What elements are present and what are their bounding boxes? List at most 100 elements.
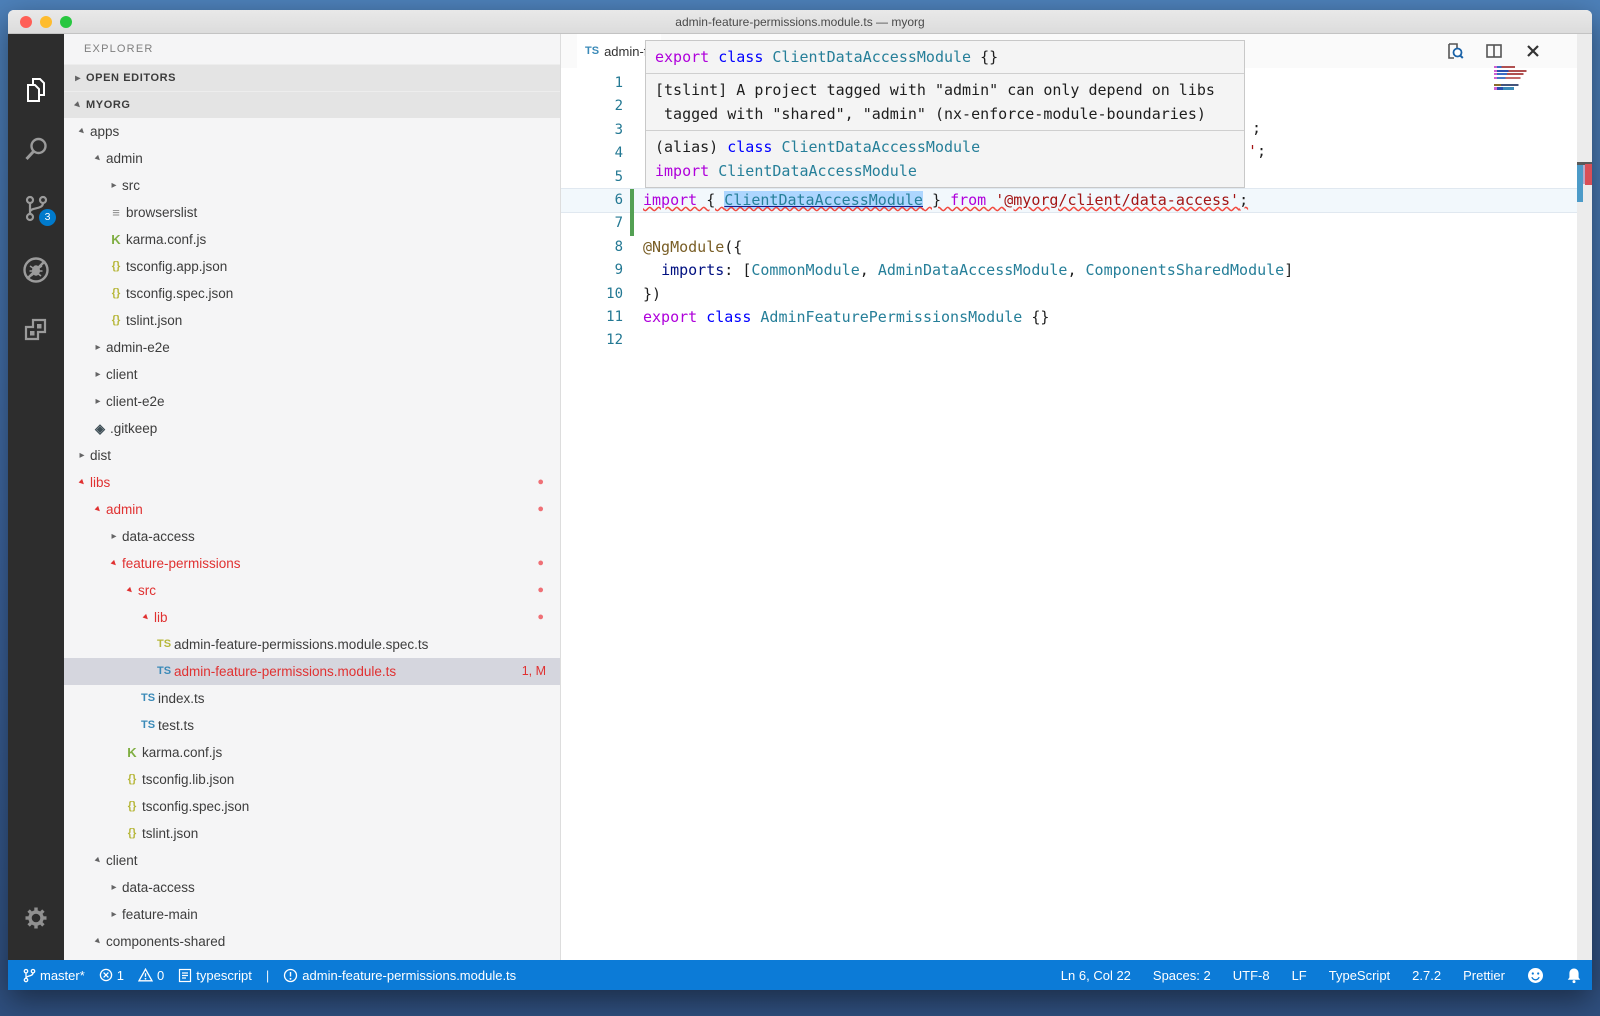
tree-item-label: admin-e2e bbox=[106, 334, 170, 361]
debug-icon[interactable] bbox=[22, 256, 50, 284]
error-icon bbox=[99, 968, 113, 982]
extensions-icon[interactable] bbox=[22, 316, 50, 344]
linter-status[interactable]: typescript bbox=[178, 968, 252, 983]
formatter[interactable]: Prettier bbox=[1463, 968, 1505, 983]
split-editor-icon[interactable] bbox=[1485, 42, 1503, 60]
code-remnant: ; bbox=[1252, 119, 1261, 137]
code-line-6[interactable]: 6import { ClientDataAccessModule } from … bbox=[561, 189, 1577, 212]
tree-folder-admin[interactable]: ▸admin bbox=[64, 145, 560, 172]
code-line-12[interactable]: 12 bbox=[561, 329, 1577, 352]
feedback-smiley-icon[interactable] bbox=[1527, 967, 1544, 984]
tree-folder-src[interactable]: ▸src● bbox=[64, 577, 560, 604]
tree-file-tsconfig.spec.json[interactable]: {}tsconfig.spec.json bbox=[64, 793, 560, 820]
indentation[interactable]: Spaces: 2 bbox=[1153, 968, 1211, 983]
tree-folder-client[interactable]: ▸client bbox=[64, 361, 560, 388]
tree-file-admin-feature-permissions.module.ts[interactable]: TSadmin-feature-permissions.module.ts1, … bbox=[64, 658, 560, 685]
json-file-icon: {} bbox=[122, 766, 142, 793]
json-file-icon: {} bbox=[106, 307, 126, 334]
eol-sequence[interactable]: LF bbox=[1292, 968, 1307, 983]
settings-gear-icon[interactable] bbox=[22, 904, 50, 932]
tree-folder-data-access[interactable]: ▸data-access bbox=[64, 874, 560, 901]
tree-folder-client-e2e[interactable]: ▸client-e2e bbox=[64, 388, 560, 415]
code-line-7[interactable]: 7 bbox=[561, 212, 1577, 235]
open-preview-icon[interactable] bbox=[1446, 42, 1464, 60]
line-number: 5 bbox=[561, 166, 623, 189]
tree-item-label: admin bbox=[106, 496, 143, 523]
tree-folder-components-shared[interactable]: ▸components-shared bbox=[64, 928, 560, 955]
problem-dot: ● bbox=[537, 496, 544, 523]
git-branch-indicator[interactable]: master* bbox=[22, 968, 85, 983]
tree-folder-feature-permissions[interactable]: ▸feature-permissions● bbox=[64, 550, 560, 577]
tree-folder-client[interactable]: ▸client bbox=[64, 847, 560, 874]
line-number: 9 bbox=[561, 259, 623, 282]
tree-file-index.ts[interactable]: TSindex.ts bbox=[64, 685, 560, 712]
chevron-right-icon: ▸ bbox=[74, 442, 90, 469]
notifications-bell-icon[interactable] bbox=[1566, 967, 1582, 984]
code-line-8[interactable]: 8@NgModule({ bbox=[561, 236, 1577, 259]
tree-folder-data-access[interactable]: ▸data-access bbox=[64, 523, 560, 550]
list-file-icon: ≡ bbox=[106, 199, 126, 226]
language-mode[interactable]: TypeScript bbox=[1329, 968, 1390, 983]
tree-file-tsconfig.app.json[interactable]: {}tsconfig.app.json bbox=[64, 253, 560, 280]
error-count[interactable]: 1 bbox=[99, 968, 124, 983]
tree-file-karma.conf.js[interactable]: Kkarma.conf.js bbox=[64, 739, 560, 766]
git-branch-icon bbox=[22, 968, 36, 983]
tree-item-label: browserslist bbox=[126, 199, 197, 226]
desktop: admin-feature-permissions.module.ts — my… bbox=[0, 0, 1600, 1016]
code-line-10[interactable]: 10}) bbox=[561, 283, 1577, 306]
search-icon[interactable] bbox=[22, 135, 50, 163]
tree-file-tsconfig.lib.json[interactable]: {}tsconfig.lib.json bbox=[64, 766, 560, 793]
line-number: 3 bbox=[561, 119, 623, 142]
source-control-icon[interactable]: 3 bbox=[22, 194, 50, 222]
tree-item-label: .gitkeep bbox=[110, 415, 157, 442]
karma-file-icon: K bbox=[122, 739, 142, 766]
code-line-9[interactable]: 9 imports: [CommonModule, AdminDataAcces… bbox=[561, 259, 1577, 282]
code-area[interactable]: 123456import { ClientDataAccessModule } … bbox=[561, 68, 1577, 960]
tree-file-tslint.json[interactable]: {}tslint.json bbox=[64, 307, 560, 334]
tree-item-label: tslint.json bbox=[126, 307, 182, 334]
tree-file-karma.conf.js[interactable]: Kkarma.conf.js bbox=[64, 226, 560, 253]
warning-count[interactable]: 0 bbox=[138, 968, 164, 983]
encoding[interactable]: UTF-8 bbox=[1233, 968, 1270, 983]
tree-item-label: feature-main bbox=[122, 901, 198, 928]
problem-dot: ● bbox=[537, 577, 544, 604]
problems-file-indicator[interactable]: admin-feature-permissions.module.ts bbox=[283, 968, 516, 983]
tree-folder-feature-main[interactable]: ▸feature-main bbox=[64, 901, 560, 928]
open-editors-header[interactable]: ▸ OPEN EDITORS bbox=[64, 64, 560, 91]
ts-yellow-file-icon: TS bbox=[154, 631, 174, 658]
line-number: 6 bbox=[561, 189, 623, 212]
tree-folder-apps[interactable]: ▸apps bbox=[64, 118, 560, 145]
explorer-icon[interactable] bbox=[22, 76, 50, 104]
tree-folder-src[interactable]: ▸src bbox=[64, 172, 560, 199]
overview-ruler[interactable] bbox=[1577, 34, 1592, 960]
hover-tooltip: export class ClientDataAccessModule {} [… bbox=[645, 40, 1245, 188]
tree-file-tslint.json[interactable]: {}tslint.json bbox=[64, 820, 560, 847]
close-editor-icon[interactable] bbox=[1524, 42, 1542, 60]
karma-file-icon: K bbox=[106, 226, 126, 253]
workspace-header[interactable]: ▸ MYORG bbox=[64, 91, 560, 118]
tree-folder-dist[interactable]: ▸dist bbox=[64, 442, 560, 469]
chevron-right-icon: ▸ bbox=[90, 388, 106, 415]
checklist-icon bbox=[178, 968, 192, 983]
minimap[interactable] bbox=[1494, 66, 1532, 91]
tree-file-.gitkeep[interactable]: ◈.gitkeep bbox=[64, 415, 560, 442]
tree-folder-admin-e2e[interactable]: ▸admin-e2e bbox=[64, 334, 560, 361]
cursor-position[interactable]: Ln 6, Col 22 bbox=[1061, 968, 1131, 983]
ts-blue-file-icon: TS bbox=[138, 712, 158, 739]
tree-item-label: tsconfig.lib.json bbox=[142, 766, 234, 793]
code-remnant: '; bbox=[1248, 142, 1266, 160]
tree-item-label: tsconfig.spec.json bbox=[142, 793, 249, 820]
warning-icon bbox=[138, 968, 153, 982]
code-line-11[interactable]: 11export class AdminFeaturePermissionsMo… bbox=[561, 306, 1577, 329]
typescript-version[interactable]: 2.7.2 bbox=[1412, 968, 1441, 983]
tree-file-tsconfig.spec.json[interactable]: {}tsconfig.spec.json bbox=[64, 280, 560, 307]
tree-file-test.ts[interactable]: TStest.ts bbox=[64, 712, 560, 739]
tree-file-browserslist[interactable]: ≡browserslist bbox=[64, 199, 560, 226]
hover-signature: export class ClientDataAccessModule {} bbox=[646, 41, 1244, 73]
tree-file-admin-feature-permissions.module.spec.ts[interactable]: TSadmin-feature-permissions.module.spec.… bbox=[64, 631, 560, 658]
tree-folder-lib[interactable]: ▸lib● bbox=[64, 604, 560, 631]
tree-folder-admin[interactable]: ▸admin● bbox=[64, 496, 560, 523]
tree-folder-libs[interactable]: ▸libs● bbox=[64, 469, 560, 496]
problem-dot: ● bbox=[537, 550, 544, 577]
editor-group: TS admin-feature-permissions.module.ts bbox=[561, 34, 1592, 960]
